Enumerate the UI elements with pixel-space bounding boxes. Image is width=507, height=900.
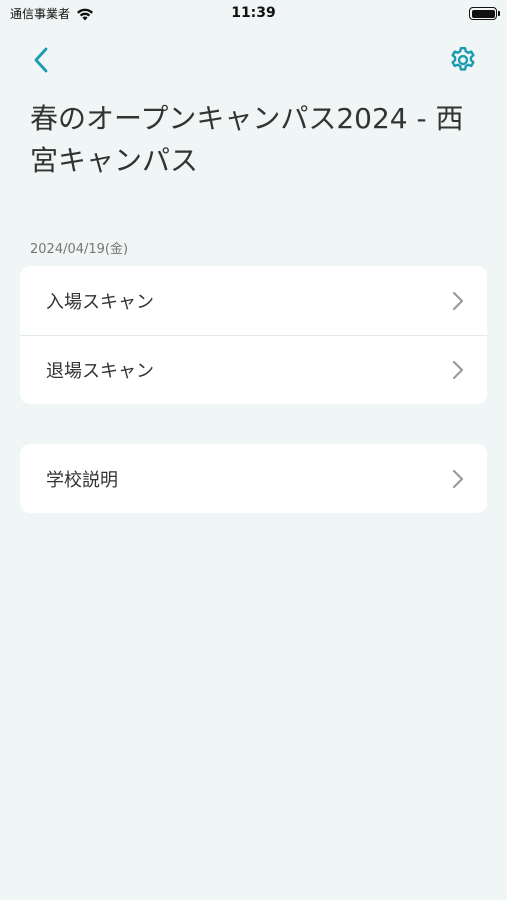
battery-level [471, 9, 495, 18]
info-menu-card: 学校説明 [20, 444, 487, 513]
chevron-right-icon [451, 291, 465, 311]
school-info-label: 学校説明 [46, 469, 118, 491]
scan-menu-card: 入場スキャン 退場スキャン [20, 266, 487, 404]
gear-icon [451, 46, 475, 71]
entry-scan-label: 入場スキャン [46, 291, 154, 313]
battery-icon [469, 7, 500, 20]
settings-button[interactable] [447, 44, 479, 76]
entry-scan-row[interactable]: 入場スキャン [20, 266, 487, 335]
chevron-right-icon [451, 360, 465, 380]
exit-scan-label: 退場スキャン [46, 361, 154, 382]
exit-scan-row[interactable]: 退場スキャン [20, 335, 487, 404]
school-info-row[interactable]: 学校説明 [20, 444, 487, 513]
status-time: 11:39 [231, 5, 276, 21]
back-button[interactable] [26, 45, 56, 75]
chevron-right-icon [451, 469, 465, 489]
status-bar: 通信事業者 11:39 [0, 0, 507, 28]
event-date: 2024/04/19(金) [30, 242, 129, 257]
chevron-left-icon [34, 47, 48, 73]
page-title: 春のオープンキャンパス2024 - 西宮キャンパス [30, 102, 464, 177]
